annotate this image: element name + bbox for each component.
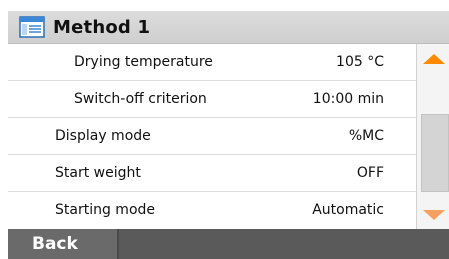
scroll-up-arrow-icon[interactable] [423, 54, 445, 64]
list-item-value: 105 °C [336, 54, 384, 70]
list-item-drying-temperature[interactable]: Drying temperature 105 °C [8, 44, 416, 81]
title-bar: Method 1 [8, 11, 449, 44]
scrollbar[interactable] [416, 44, 449, 229]
list-item-label: Switch-off criterion [74, 91, 207, 107]
scroll-down-arrow-icon[interactable] [423, 210, 445, 220]
page-title: Method 1 [53, 16, 151, 38]
bottom-bar: Back [8, 229, 449, 259]
scroll-thumb[interactable] [421, 114, 449, 192]
list-item-label: Drying temperature [74, 54, 213, 70]
list-item-switch-off-criterion[interactable]: Switch-off criterion 10:00 min [8, 81, 416, 118]
list-item-start-weight[interactable]: Start weight OFF [8, 155, 416, 192]
list-item-label: Start weight [55, 165, 141, 181]
list-item-value: OFF [356, 165, 384, 181]
list-item-value: 10:00 min [312, 91, 384, 107]
list-item-value: %MC [348, 128, 384, 144]
list-item-label: Starting mode [55, 202, 156, 218]
list-item-starting-mode[interactable]: Starting mode Automatic [8, 192, 416, 229]
back-button-label: Back [32, 234, 78, 254]
settings-list: Drying temperature 105 °C Switch-off cri… [8, 44, 416, 229]
list-item-label: Display mode [55, 128, 151, 144]
list-item-value: Automatic [312, 202, 384, 218]
list-item-display-mode[interactable]: Display mode %MC [8, 118, 416, 155]
method-window-icon [19, 16, 45, 38]
back-button[interactable]: Back [8, 229, 119, 259]
method-screen: Method 1 Drying temperature 105 °C Switc… [0, 0, 449, 259]
